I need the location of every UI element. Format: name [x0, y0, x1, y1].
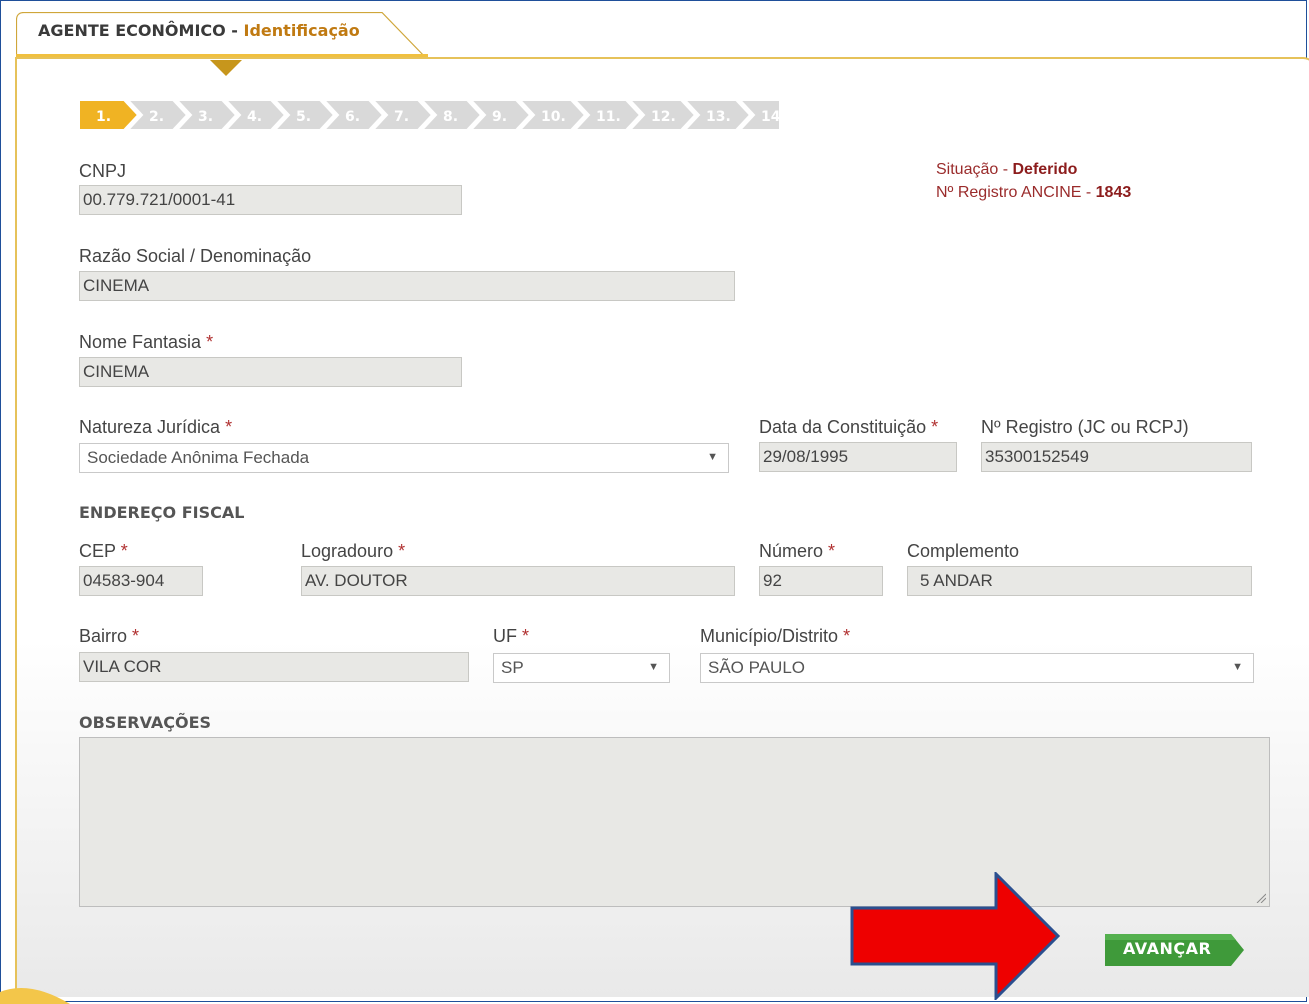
cep-label: CEP * — [79, 541, 128, 561]
step-label: 10. — [541, 109, 566, 125]
municipio-value: SÃO PAULO — [708, 658, 805, 677]
logradouro-label: Logradouro * — [301, 541, 406, 561]
bairro-field[interactable]: VILA COR — [79, 652, 469, 682]
avancar-button-label: AVANÇAR — [1123, 939, 1212, 958]
step-label: 5. — [296, 109, 311, 125]
step-label: 14. — [761, 109, 779, 125]
avancar-button[interactable]: AVANÇAR — [1105, 933, 1245, 967]
decorative-swoosh — [0, 988, 70, 1004]
status-info: Situação - Deferido Nº Registro ANCINE -… — [936, 158, 1131, 204]
endereco-fiscal-heading: ENDEREÇO FISCAL — [79, 503, 245, 522]
observacoes-textarea[interactable] — [79, 737, 1270, 907]
numero-field[interactable]: 92 — [759, 566, 883, 596]
complemento-label: Complemento — [907, 541, 1020, 561]
annotation-arrow-icon — [850, 872, 1061, 1000]
logradouro-field[interactable]: AV. DOUTOR — [301, 566, 735, 596]
step-label: 7. — [394, 109, 409, 125]
natureza-juridica-select[interactable]: Sociedade Anônima Fechada ▼ — [79, 443, 729, 473]
data-constituicao-label: Data da Constituição * — [759, 417, 939, 437]
bairro-label: Bairro * — [79, 626, 140, 646]
step-label: 6. — [345, 109, 360, 125]
municipio-label: Município/Distrito * — [700, 626, 851, 646]
step-label: 13. — [706, 109, 731, 125]
registro-jc-field[interactable]: 35300152549 — [981, 442, 1252, 472]
cnpj-label: CNPJ — [79, 161, 127, 181]
numero-label: Número * — [759, 541, 836, 561]
step-label: 4. — [247, 109, 262, 125]
tab-pointer-icon — [210, 60, 242, 76]
uf-select[interactable]: SP ▼ — [493, 653, 670, 683]
step-label: 9. — [492, 109, 507, 125]
cep-field[interactable]: 04583-904 — [79, 566, 203, 596]
situacao-status: Situação - Deferido — [936, 161, 1078, 178]
registro-ancine: Nº Registro ANCINE - 1843 — [936, 184, 1132, 201]
chevron-down-icon: ▼ — [707, 451, 718, 463]
step-1[interactable]: 1. — [79, 100, 140, 130]
page-title: AGENTE ECONÔMICO - Identificação — [38, 21, 360, 40]
complemento-field[interactable]: 5 ANDAR — [907, 566, 1252, 596]
razao-social-label: Razão Social / Denominação — [79, 246, 312, 266]
observacoes-heading: OBSERVAÇÕES — [79, 713, 212, 732]
uf-value: SP — [501, 658, 524, 677]
resize-handle-icon[interactable] — [1256, 893, 1266, 903]
natureza-juridica-value: Sociedade Anônima Fechada — [87, 448, 310, 467]
nome-fantasia-field[interactable]: CINEMA — [79, 357, 462, 387]
data-constituicao-field[interactable]: 29/08/1995 — [759, 442, 957, 472]
step-indicator: 1. 2. 3. 4. 5. 6. 7. 8. 9. 10. 11. 12. 13. 14. — [79, 100, 779, 130]
chevron-down-icon: ▼ — [648, 661, 659, 673]
step-label: 8. — [443, 109, 458, 125]
step-label: 11. — [596, 109, 621, 125]
step-label: 1. — [96, 109, 111, 125]
razao-social-field[interactable]: CINEMA — [79, 271, 735, 301]
step-label: 2. — [149, 109, 164, 125]
nome-fantasia-label: Nome Fantasia * — [79, 332, 214, 352]
registro-jc-label: Nº Registro (JC ou RCPJ) — [981, 417, 1189, 437]
municipio-select[interactable]: SÃO PAULO ▼ — [700, 653, 1254, 683]
cnpj-field[interactable]: 00.779.721/0001-41 — [79, 185, 462, 215]
chevron-down-icon: ▼ — [1232, 661, 1243, 673]
step-label: 12. — [651, 109, 676, 125]
natureza-juridica-label: Natureza Jurídica * — [79, 417, 233, 437]
uf-label: UF * — [493, 626, 530, 646]
section-tab: AGENTE ECONÔMICO - Identificação — [16, 12, 428, 60]
step-label: 3. — [198, 109, 213, 125]
